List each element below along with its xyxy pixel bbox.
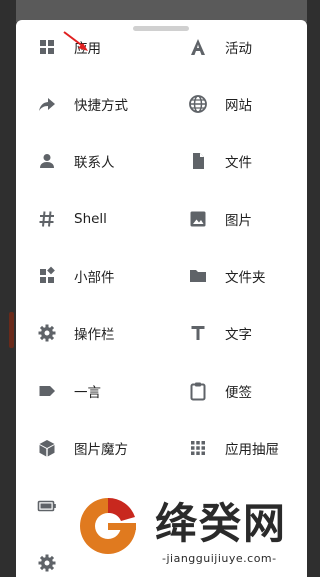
item-label: 操作栏 xyxy=(74,327,115,343)
watermark-url: -jiangguijiuye.com- xyxy=(162,552,277,565)
folder-icon xyxy=(187,265,209,287)
item-label: 网站 xyxy=(225,98,252,114)
item-contact[interactable]: 联系人 xyxy=(36,141,115,181)
background-left xyxy=(0,0,16,577)
image-icon xyxy=(187,208,209,230)
item-label: 小部件 xyxy=(74,270,115,286)
item-folder[interactable]: 文件夹 xyxy=(187,256,266,296)
item-action-bar[interactable]: 操作栏 xyxy=(36,313,115,353)
gear-icon xyxy=(36,322,58,344)
contact-icon xyxy=(36,150,58,172)
item-battery[interactable] xyxy=(36,486,58,526)
item-label: 一言 xyxy=(74,385,101,401)
item-label: 联系人 xyxy=(74,155,115,171)
item-label: 活动 xyxy=(225,41,252,57)
apps-icon xyxy=(36,36,58,58)
shortcut-icon xyxy=(36,93,58,115)
item-widget[interactable]: 小部件 xyxy=(36,256,115,296)
item-website[interactable]: 网站 xyxy=(187,84,252,124)
item-shortcut[interactable]: 快捷方式 xyxy=(36,84,128,124)
annotation-arrow-icon xyxy=(63,31,88,51)
status-area xyxy=(0,0,320,22)
item-note[interactable]: 便签 xyxy=(187,371,252,411)
item-activity[interactable]: 活动 xyxy=(187,27,252,67)
item-file[interactable]: 文件 xyxy=(187,141,252,181)
background-accent xyxy=(9,312,14,348)
widget-icon xyxy=(36,265,58,287)
item-text[interactable]: 文字 xyxy=(187,313,252,353)
watermark-title: 绛癸网 xyxy=(155,499,288,548)
item-image-cube[interactable]: 图片魔方 xyxy=(36,428,128,468)
watermark-logo xyxy=(80,497,136,554)
item-label: Shell xyxy=(74,211,107,227)
item-label: 文件夹 xyxy=(225,270,266,286)
grid-dots-icon xyxy=(187,437,209,459)
item-label: 应用抽屉 xyxy=(225,442,279,458)
item-label: 文件 xyxy=(225,155,252,171)
item-shell[interactable]: Shell xyxy=(36,199,107,239)
tag-icon xyxy=(36,380,58,402)
file-icon xyxy=(187,150,209,172)
globe-icon xyxy=(187,93,209,115)
cube-icon xyxy=(36,437,58,459)
item-hitokoto[interactable]: 一言 xyxy=(36,371,101,411)
item-settings[interactable] xyxy=(36,543,58,577)
item-label: 文字 xyxy=(225,327,252,343)
item-label: 图片 xyxy=(225,213,252,229)
text-icon xyxy=(187,322,209,344)
background-right xyxy=(307,0,320,577)
item-label: 快捷方式 xyxy=(74,98,128,114)
battery-icon xyxy=(36,495,58,517)
item-label: 图片魔方 xyxy=(74,442,128,458)
activity-icon xyxy=(187,36,209,58)
item-label: 便签 xyxy=(225,385,252,401)
item-app-drawer[interactable]: 应用抽屉 xyxy=(187,428,279,468)
gear-icon xyxy=(36,552,58,574)
clipboard-icon xyxy=(187,380,209,402)
item-image[interactable]: 图片 xyxy=(187,199,252,239)
shell-icon xyxy=(36,208,58,230)
